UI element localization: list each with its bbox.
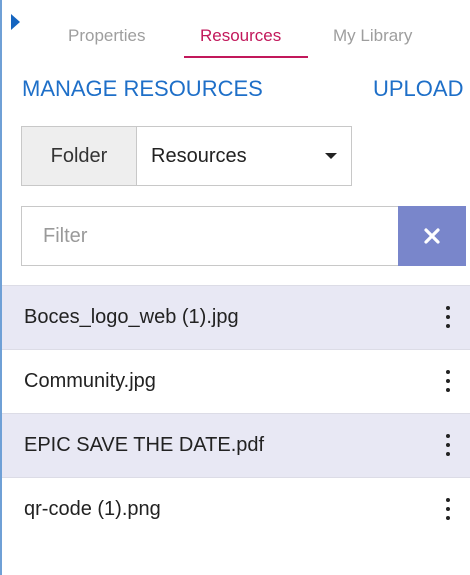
- file-row[interactable]: Boces_logo_web (1).jpg: [2, 285, 470, 349]
- filter-input[interactable]: [21, 206, 399, 266]
- file-row[interactable]: Community.jpg: [2, 349, 470, 413]
- resources-panel: Properties Resources My Library MANAGE R…: [0, 0, 470, 575]
- tab-bar: Properties Resources My Library: [2, 0, 470, 60]
- active-tab-indicator: [184, 56, 308, 58]
- more-vert-icon[interactable]: [442, 432, 454, 460]
- file-name: Community.jpg: [24, 370, 156, 392]
- folder-dropdown[interactable]: Resources: [137, 127, 351, 185]
- tab-my-library[interactable]: My Library: [333, 26, 412, 46]
- more-vert-icon[interactable]: [442, 368, 454, 396]
- tab-properties[interactable]: Properties: [68, 26, 145, 46]
- file-list: Boces_logo_web (1).jpg Community.jpg EPI…: [2, 285, 470, 541]
- clear-filter-button[interactable]: [398, 206, 466, 266]
- folder-selector: Folder Resources: [21, 126, 352, 186]
- folder-selected-value: Resources: [151, 144, 247, 167]
- clear-x-icon: [424, 228, 440, 244]
- file-name: Boces_logo_web (1).jpg: [24, 306, 239, 328]
- upload-link[interactable]: UPLOAD: [373, 76, 463, 102]
- caret-down-icon: [325, 153, 337, 159]
- file-row[interactable]: EPIC SAVE THE DATE.pdf: [2, 413, 470, 477]
- file-name: EPIC SAVE THE DATE.pdf: [24, 434, 265, 456]
- file-row[interactable]: qr-code (1).png: [2, 477, 470, 541]
- tab-resources[interactable]: Resources: [200, 26, 281, 46]
- manage-resources-link[interactable]: MANAGE RESOURCES: [22, 76, 263, 102]
- folder-label: Folder: [22, 127, 137, 185]
- more-vert-icon[interactable]: [442, 304, 454, 332]
- file-name: qr-code (1).png: [24, 498, 161, 520]
- more-vert-icon[interactable]: [442, 496, 454, 524]
